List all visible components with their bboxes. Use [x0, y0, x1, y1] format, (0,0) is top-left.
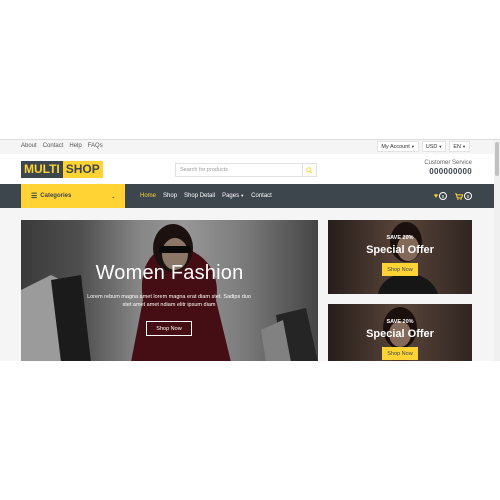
offer-overlay [328, 220, 472, 294]
hero-overlay [21, 220, 318, 361]
search-icon[interactable] [302, 164, 316, 176]
account-label: My Account [381, 143, 410, 150]
chevron-down-icon: ⌄ [111, 193, 115, 199]
nav-icons: ♥ 0 0 [434, 184, 472, 208]
cart-icon [455, 192, 463, 200]
hero-carousel[interactable]: Women Fashion Lorem rebum magna amet lor… [21, 220, 318, 361]
site-logo[interactable]: MULTI SHOP [21, 161, 103, 178]
categories-dropdown[interactable]: ☰ Categories ⌄ [21, 184, 125, 208]
wishlist-count-badge: 0 [439, 192, 447, 200]
caret-down-icon: ▼ [462, 144, 466, 149]
nav-link-contact[interactable]: Contact [251, 193, 272, 199]
currency-label: USD [425, 143, 438, 150]
logo-multi: MULTI [21, 161, 63, 178]
language-label: EN [453, 143, 462, 150]
language-dropdown[interactable]: EN ▼ [449, 141, 470, 152]
nav-link-shop-detail[interactable]: Shop Detail [184, 193, 215, 199]
cart-count-badge: 0 [464, 192, 472, 200]
top-bar: About Contact Help FAQs My Account ▼ USD… [0, 140, 494, 154]
cart-button[interactable]: 0 [455, 192, 472, 200]
customer-service-phone: 000000000 [429, 167, 472, 176]
customer-service-label: Customer Service [424, 160, 472, 166]
nav-link-home[interactable]: Home [140, 193, 156, 199]
scrollbar-thumb[interactable] [495, 142, 499, 176]
nav-links: Home Shop Shop Detail Pages ▼ Contact [140, 184, 272, 208]
search-bar [175, 163, 317, 177]
customer-service: Customer Service 000000000 [424, 160, 472, 176]
top-link-about[interactable]: About [21, 143, 37, 149]
categories-label: Categories [40, 193, 72, 199]
offer-shop-now-button[interactable]: Shop Now [382, 347, 418, 360]
top-link-help[interactable]: Help [69, 143, 81, 149]
nav-link-pages[interactable]: Pages ▼ [222, 193, 244, 199]
search-input[interactable] [176, 164, 302, 176]
account-dropdown[interactable]: My Account ▼ [377, 141, 419, 152]
site-header: MULTI SHOP Customer Service 000000000 [0, 154, 494, 184]
caret-down-icon: ▼ [239, 193, 245, 198]
hero-text: Lorem rebum magna amet lorem magna erat … [87, 294, 251, 308]
top-links: About Contact Help FAQs [21, 143, 103, 149]
main-navbar: ☰ Categories ⌄ Home Shop Shop Detail Pag… [0, 184, 494, 208]
offer-card-2[interactable]: SAVE 20% Special Offer Shop Now [328, 304, 472, 361]
offer-save-label: SAVE 20% [386, 319, 414, 325]
offer-title: Special Offer [366, 328, 434, 340]
caret-down-icon: ▼ [410, 144, 415, 149]
menu-icon: ☰ [31, 193, 38, 200]
top-link-contact[interactable]: Contact [43, 143, 64, 149]
hero-shop-now-button[interactable]: Shop Now [146, 321, 192, 336]
heart-icon: ♥ [433, 192, 438, 200]
offer-card-1[interactable]: SAVE 20% Special Offer Shop Now [328, 220, 472, 294]
hero-title: Women Fashion [95, 262, 244, 284]
offer-shop-now-button[interactable]: Shop Now [382, 263, 418, 276]
caret-down-icon: ▼ [438, 144, 443, 149]
top-right-controls: My Account ▼ USD ▼ EN ▼ [377, 141, 470, 152]
offer-title: Special Offer [366, 244, 434, 256]
top-link-faqs[interactable]: FAQs [88, 143, 103, 149]
offer-save-label: SAVE 20% [386, 235, 414, 241]
currency-dropdown[interactable]: USD ▼ [421, 141, 447, 152]
vertical-scrollbar[interactable] [494, 140, 500, 361]
nav-link-shop[interactable]: Shop [163, 193, 177, 199]
wishlist-button[interactable]: ♥ 0 [434, 192, 447, 200]
browser-viewport: About Contact Help FAQs My Account ▼ USD… [0, 139, 500, 361]
logo-shop: SHOP [62, 161, 103, 178]
